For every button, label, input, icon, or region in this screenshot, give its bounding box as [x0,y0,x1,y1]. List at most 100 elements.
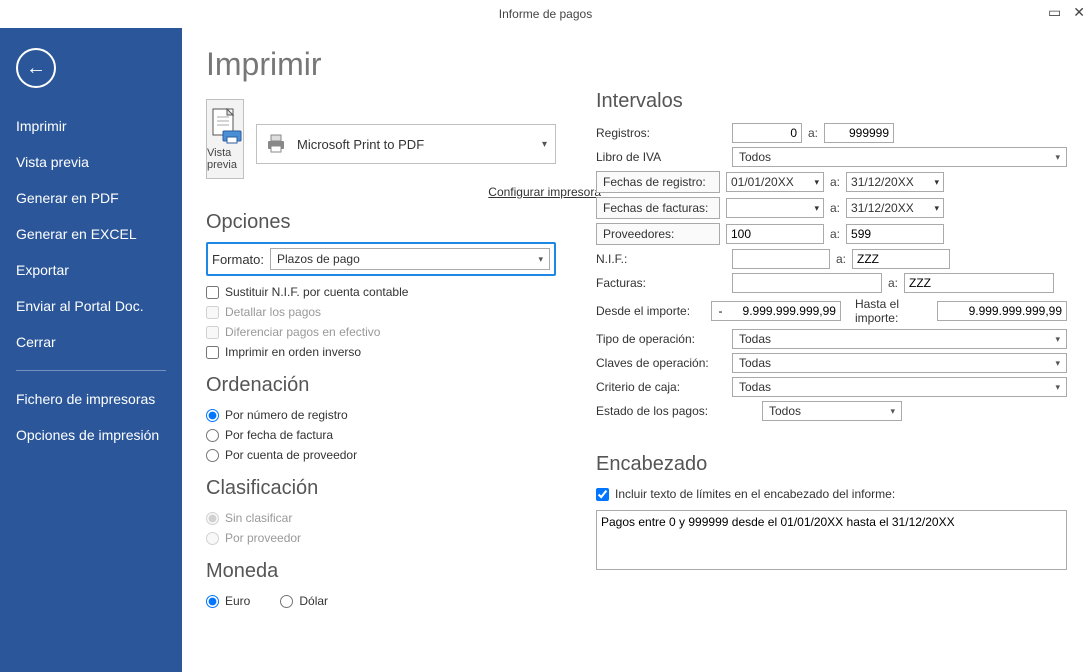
chevron-down-icon: ▾ [934,177,939,188]
dd-value: Todas [739,356,771,370]
radio-por-cuenta[interactable]: Por cuenta de proveedor [206,445,556,465]
date-value: 01/01/20XX [731,175,794,189]
close-icon[interactable]: ✕ [1073,4,1085,21]
nav-vista-previa[interactable]: Vista previa [0,144,182,180]
vista-previa-button[interactable]: Vista previa [206,99,244,179]
formato-value: Plazos de pago [277,252,360,266]
radio-por-fecha[interactable]: Por fecha de factura [206,425,556,445]
formato-label: Formato: [212,252,264,267]
proveedores-to-input[interactable] [846,224,944,244]
claves-operacion-dropdown[interactable]: Todas ▾ [732,353,1067,373]
nav-cerrar[interactable]: Cerrar [0,324,182,360]
chevron-down-icon: ▾ [814,203,819,214]
a-label: a: [830,175,840,189]
a-label: a: [830,227,840,241]
page-title: Imprimir [206,46,556,83]
fecha-registro-from[interactable]: 01/01/20XX ▾ [726,172,824,192]
estado-pagos-label: Estado de los pagos: [596,404,756,418]
check-label: Sustituir N.I.F. por cuenta contable [225,285,408,299]
check-detallar-pagos: Detallar los pagos [206,302,556,322]
sidebar: ← Imprimir Vista previa Generar en PDF G… [0,28,182,672]
check-orden-inverso[interactable]: Imprimir en orden inverso [206,342,556,362]
checkbox[interactable] [206,346,219,359]
facturas-from-input[interactable] [732,273,882,293]
nav-fichero-impresoras[interactable]: Fichero de impresoras [0,381,182,417]
radio[interactable] [206,595,219,608]
desde-importe-input[interactable] [711,301,841,321]
radio-dolar[interactable]: Dólar [280,591,328,611]
radio[interactable] [206,449,219,462]
opciones-heading: Opciones [206,211,556,234]
radio[interactable] [206,409,219,422]
formato-dropdown[interactable]: Plazos de pago ▾ [270,248,550,270]
window-title: Informe de pagos [499,7,592,21]
radio[interactable] [280,595,293,608]
nav-enviar-portal[interactable]: Enviar al Portal Doc. [0,288,182,324]
a-label: a: [888,276,898,290]
dd-value: Todos [739,150,771,164]
encabezado-heading: Encabezado [596,453,1067,476]
proveedores-from-input[interactable] [726,224,824,244]
radio-label: Sin clasificar [225,511,292,525]
tipo-operacion-dropdown[interactable]: Todas ▾ [732,329,1067,349]
criterio-caja-dropdown[interactable]: Todas ▾ [732,377,1067,397]
ordenacion-heading: Ordenación [206,374,556,397]
a-label: a: [836,252,846,266]
radio-label: Euro [225,594,250,608]
checkbox[interactable] [206,286,219,299]
check-incluir-limites[interactable]: Incluir texto de límites en el encabezad… [596,484,1067,504]
fecha-facturas-from[interactable]: ▾ [726,198,824,218]
fecha-facturas-to[interactable]: 31/12/20XX ▾ [846,198,944,218]
check-sustituir-nif[interactable]: Sustituir N.I.F. por cuenta contable [206,282,556,302]
checkbox [206,326,219,339]
criterio-caja-label: Criterio de caja: [596,380,726,394]
nav-generar-pdf[interactable]: Generar en PDF [0,180,182,216]
back-button[interactable]: ← [16,48,56,88]
chevron-down-icon: ▾ [538,254,543,265]
tipo-operacion-label: Tipo de operación: [596,332,726,346]
divider [16,370,166,371]
radio-label: Por fecha de factura [225,428,333,442]
check-diferenciar-efectivo: Diferenciar pagos en efectivo [206,322,556,342]
configurar-impresora-link[interactable]: Configurar impresora [206,185,601,199]
radio-por-registro[interactable]: Por número de registro [206,405,556,425]
proveedores-button[interactable]: Proveedores: [596,223,720,245]
libro-iva-dropdown[interactable]: Todos ▾ [732,147,1067,167]
chevron-down-icon: ▾ [1055,358,1060,369]
fechas-facturas-button[interactable]: Fechas de facturas: [596,197,720,219]
a-label: a: [830,201,840,215]
nav-opciones-impresion[interactable]: Opciones de impresión [0,417,182,453]
maximize-icon[interactable]: ▭ [1048,4,1061,21]
radio-euro[interactable]: Euro [206,591,250,611]
nav-imprimir[interactable]: Imprimir [0,108,182,144]
check-label: Incluir texto de límites en el encabezad… [615,487,895,501]
registros-to-input[interactable] [824,123,894,143]
nif-to-input[interactable] [852,249,950,269]
fecha-registro-to[interactable]: 31/12/20XX ▾ [846,172,944,192]
btn-label: Proveedores: [603,227,674,241]
dd-value: Todos [769,404,801,418]
nav-exportar[interactable]: Exportar [0,252,182,288]
registros-from-input[interactable] [732,123,802,143]
checkbox[interactable] [596,488,609,501]
printer-name: Microsoft Print to PDF [297,137,424,152]
facturas-label: Facturas: [596,276,726,290]
libro-iva-label: Libro de IVA [596,150,726,164]
encabezado-textarea[interactable] [596,510,1067,570]
radio [206,532,219,545]
chevron-down-icon: ▾ [934,203,939,214]
chevron-down-icon: ▾ [542,139,547,150]
facturas-to-input[interactable] [904,273,1054,293]
nav-generar-excel[interactable]: Generar en EXCEL [0,216,182,252]
a-label: a: [808,126,818,140]
printer-dropdown[interactable]: Microsoft Print to PDF ▾ [256,124,556,164]
radio[interactable] [206,429,219,442]
preview-label: Vista previa [207,147,243,171]
estado-pagos-dropdown[interactable]: Todos ▾ [762,401,902,421]
radio-sin-clasificar: Sin clasificar [206,508,556,528]
nif-from-input[interactable] [732,249,830,269]
chevron-down-icon: ▾ [814,177,819,188]
clasificacion-heading: Clasificación [206,477,556,500]
fechas-registro-button[interactable]: Fechas de registro: [596,171,720,193]
hasta-importe-input[interactable] [937,301,1067,321]
